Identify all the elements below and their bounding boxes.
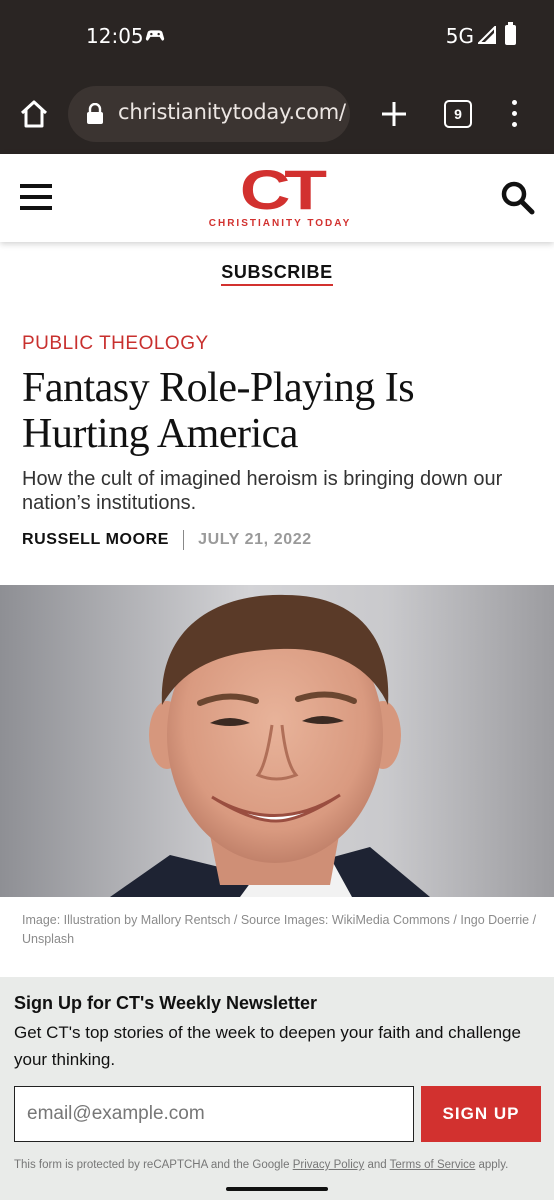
legal-and: and: [367, 1159, 387, 1171]
status-bar: 12:05 5G: [0, 0, 554, 78]
network-type: 5G: [445, 24, 474, 48]
legal-prefix: This form is protected by reCAPTCHA and …: [14, 1159, 290, 1171]
hamburger-icon[interactable]: [20, 184, 52, 210]
url-text[interactable]: christianitytoday.com/: [118, 100, 346, 124]
lock-icon: [87, 103, 103, 124]
newsletter-title: Sign Up for CT's Weekly Newsletter: [14, 993, 318, 1013]
signal-icon: [478, 26, 496, 44]
article-category[interactable]: PUBLIC THEOLOGY: [22, 333, 209, 355]
publish-date: JULY 21, 2022: [198, 531, 312, 549]
gesture-nav-handle[interactable]: [226, 1187, 328, 1191]
hero-image: [0, 585, 554, 897]
browser-toolbar: christianitytoday.com/ 9: [0, 78, 554, 154]
legal-suffix: apply.: [478, 1159, 509, 1171]
more-vert-icon[interactable]: [508, 100, 520, 130]
newsletter-signup: Sign Up for CT's Weekly Newsletter Get C…: [0, 977, 554, 1200]
email-field[interactable]: [14, 1086, 414, 1142]
article-dek: How the cult of imagined heroism is brin…: [22, 468, 503, 514]
subscribe-row: SUBSCRIBE: [0, 262, 554, 286]
privacy-policy-link[interactable]: Privacy Policy: [293, 1159, 365, 1171]
search-icon[interactable]: [500, 180, 536, 216]
tab-switcher-icon[interactable]: 9: [444, 100, 472, 128]
site-header: CT CHRISTIANITY TODAY: [0, 154, 554, 242]
portrait-illustration: [110, 594, 430, 897]
logo-mark: CT: [239, 158, 327, 221]
newsletter-description: Get CT's top stories of the week to deep…: [14, 1023, 521, 1069]
author-name[interactable]: RUSSELL MOORE: [22, 531, 169, 548]
site-logo[interactable]: CT CHRISTIANITY TODAY: [195, 158, 365, 234]
byline: RUSSELL MOORE JULY 21, 2022: [22, 530, 312, 550]
recaptcha-notice: This form is protected by reCAPTCHA and …: [14, 1159, 544, 1171]
plus-icon[interactable]: [380, 100, 408, 128]
byline-divider: [183, 530, 185, 550]
status-time: 12:05: [86, 24, 144, 48]
battery-icon: [505, 22, 516, 45]
address-bar[interactable]: christianitytoday.com/: [68, 86, 350, 142]
sign-up-button[interactable]: SIGN UP: [421, 1086, 541, 1142]
terms-of-service-link[interactable]: Terms of Service: [390, 1159, 476, 1171]
subscribe-link[interactable]: SUBSCRIBE: [221, 262, 333, 286]
article-headline: Fantasy Role-Playing Is Hurting America: [22, 365, 415, 457]
image-caption: Image: Illustration by Mallory Rentsch /…: [22, 913, 537, 946]
game-controller-icon: [145, 30, 165, 41]
home-icon[interactable]: [18, 98, 50, 130]
